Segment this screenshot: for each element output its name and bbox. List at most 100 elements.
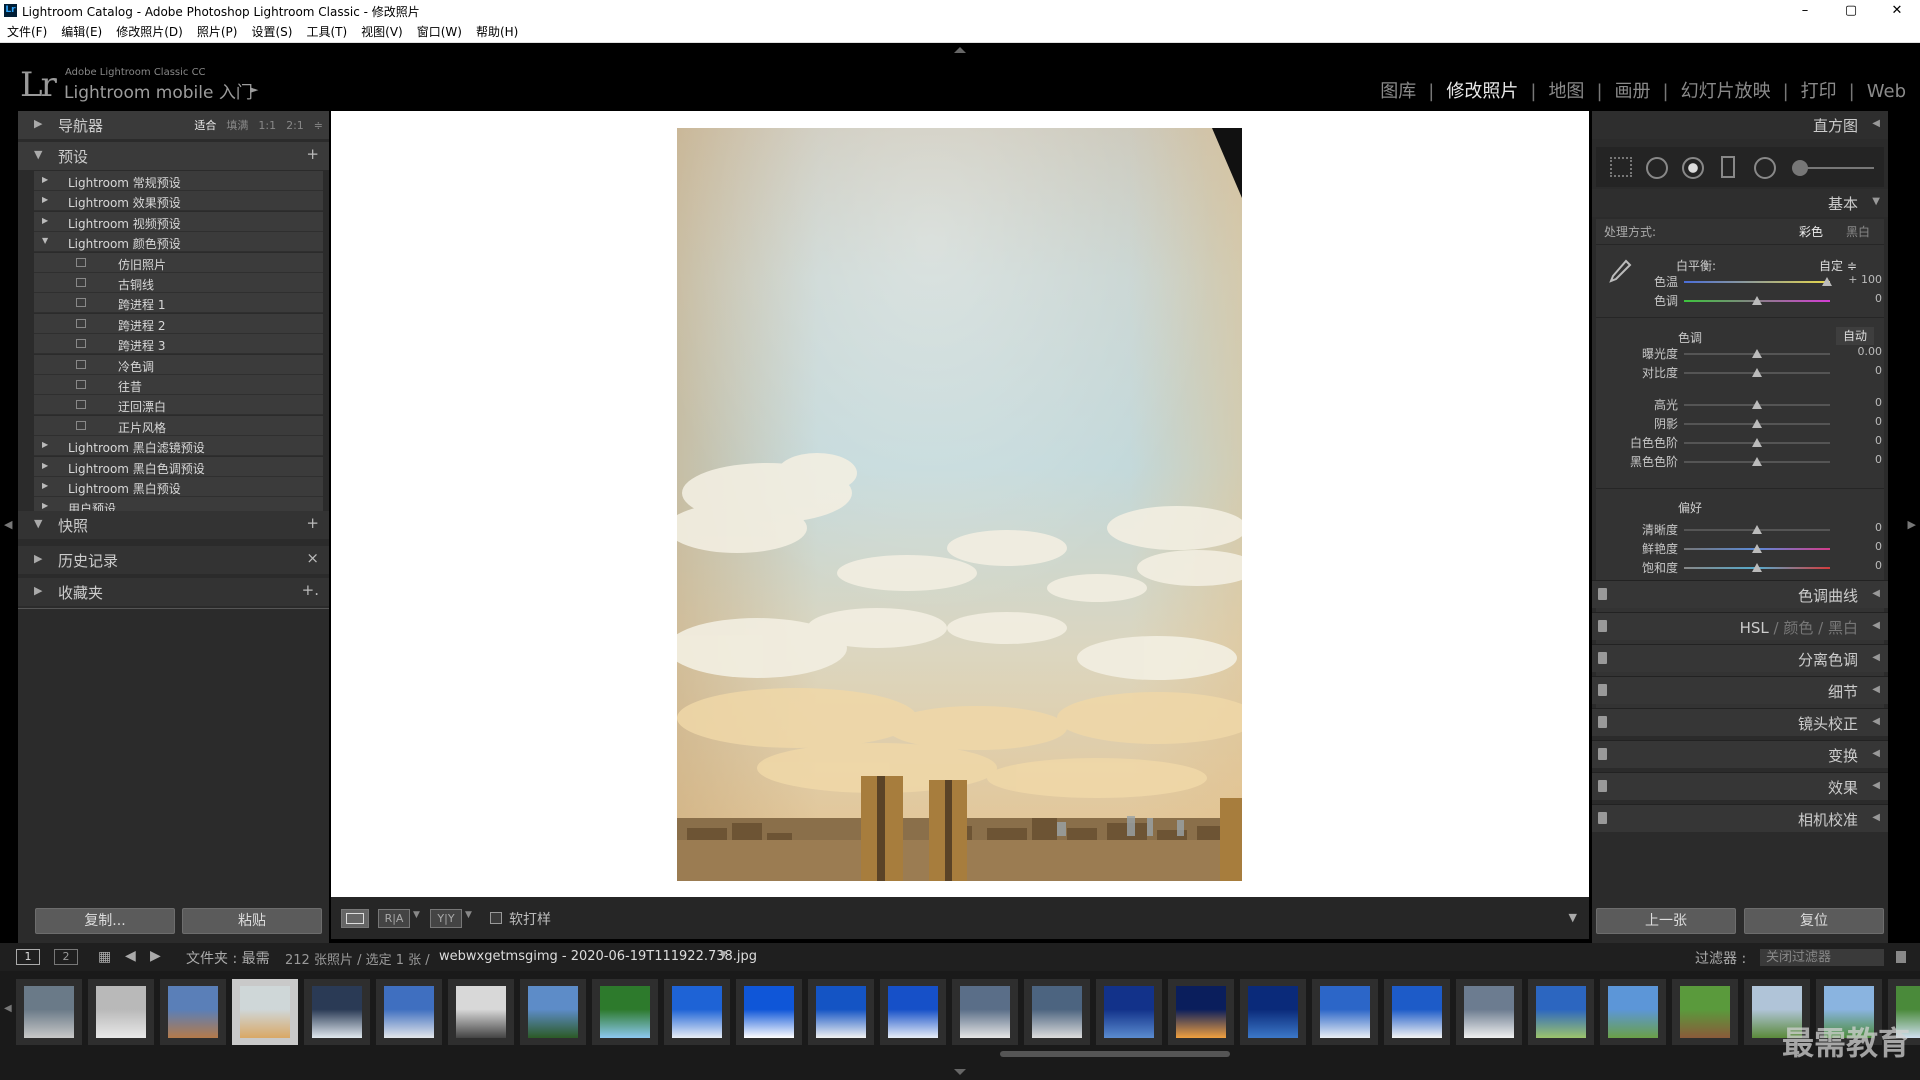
collapsed-triangle-icon[interactable]: ▶ xyxy=(42,216,48,225)
snapshots-header[interactable]: ▼ 快照 + xyxy=(18,511,329,539)
collapsed-triangle-icon[interactable]: ▶ xyxy=(42,440,48,449)
collapse-filmstrip-icon[interactable] xyxy=(954,1069,966,1075)
preset-folder[interactable]: ▶ Lightroom 常规预设 xyxy=(34,171,323,191)
panel-toggle-switch-icon[interactable] xyxy=(1598,780,1607,792)
menu-view[interactable]: 视图(V) xyxy=(354,22,410,43)
preset-folder[interactable]: ▶ Lightroom 视频预设 xyxy=(34,211,323,232)
white-balance-select[interactable]: 自定 ≑ xyxy=(1819,257,1857,274)
menu-help[interactable]: 帮助(H) xyxy=(469,22,525,43)
basic-header[interactable]: 基本 ▼ xyxy=(1592,189,1888,217)
panel-header[interactable]: 相机校准 ◀ xyxy=(1592,804,1888,832)
preset-folder[interactable]: ▼ Lightroom 颜色预设 xyxy=(34,232,323,253)
slider-track[interactable] xyxy=(1684,563,1830,572)
slider-track[interactable] xyxy=(1684,277,1833,286)
slider-row[interactable]: 色温 + 100 xyxy=(1596,273,1892,289)
slider-row[interactable]: 阴影 0 xyxy=(1596,415,1892,431)
module-5[interactable]: 打印 xyxy=(1801,77,1837,103)
panel-toggle-switch-icon[interactable] xyxy=(1598,684,1607,696)
slider-track[interactable] xyxy=(1684,349,1830,358)
filmstrip-thumbnail[interactable] xyxy=(1672,979,1738,1045)
slider-row[interactable]: 饱和度 0 xyxy=(1596,559,1892,575)
slider-thumb[interactable] xyxy=(1822,277,1833,286)
collapsed-triangle-icon[interactable]: ▶ xyxy=(42,195,48,204)
panel-header[interactable]: 细节 ◀ xyxy=(1592,676,1888,704)
collapsed-triangle-icon[interactable]: ▶ xyxy=(42,461,48,470)
slider-value[interactable]: 0 xyxy=(1875,540,1882,553)
filmstrip-thumbnail[interactable] xyxy=(1384,979,1450,1045)
history-header[interactable]: ▶ 历史记录 × xyxy=(18,546,329,574)
preset-item[interactable]: 迂回漂白 xyxy=(34,395,323,416)
slider-track[interactable] xyxy=(1684,438,1830,447)
clear-history-icon[interactable]: × xyxy=(306,549,319,567)
collapsed-triangle-icon[interactable]: ▶ xyxy=(42,501,48,510)
grid-view-icon[interactable]: ▦ xyxy=(98,949,111,965)
panel-toggle-switch-icon[interactable] xyxy=(1598,748,1607,760)
lightroom-mobile-link[interactable]: Lightroom mobile 入门 xyxy=(64,78,253,103)
slider-row[interactable]: 鲜艳度 0 xyxy=(1596,540,1892,556)
histogram-header[interactable]: 直方图 ◀ xyxy=(1592,111,1888,139)
collapsed-triangle-icon[interactable]: ▶ xyxy=(42,175,48,184)
minimize-button[interactable]: – xyxy=(1782,0,1828,22)
menu-edit[interactable]: 编辑(E) xyxy=(54,22,109,43)
slider-value[interactable]: 0 xyxy=(1875,453,1882,466)
slider-row[interactable]: 对比度 0 xyxy=(1596,364,1892,380)
filmstrip-thumbnail[interactable] xyxy=(808,979,874,1045)
slider-thumb[interactable] xyxy=(1752,296,1762,305)
panel-header[interactable]: HSL / 颜色 / 黑白 ◀ xyxy=(1592,612,1888,640)
slider-track[interactable] xyxy=(1684,368,1830,377)
previous-photo-button[interactable]: 上一张 xyxy=(1596,908,1736,934)
slider-value[interactable]: 0 xyxy=(1875,396,1882,409)
filmstrip-thumbnail[interactable] xyxy=(232,979,298,1045)
panel-toggle-switch-icon[interactable] xyxy=(1598,812,1607,824)
before-after-top-bottom-button[interactable]: Y|Y xyxy=(430,909,462,928)
bw-tab[interactable]: 黑白 xyxy=(1828,619,1858,637)
slider-thumb[interactable] xyxy=(1752,419,1762,428)
menu-develop[interactable]: 修改照片(D) xyxy=(109,22,190,43)
panel-header[interactable]: 变换 ◀ xyxy=(1592,740,1888,768)
menu-file[interactable]: 文件(F) xyxy=(0,22,54,43)
slider-thumb[interactable] xyxy=(1752,457,1762,466)
slider-value[interactable]: 0 xyxy=(1875,559,1882,572)
right-panel-toggle-icon[interactable]: ▶ xyxy=(1908,518,1916,531)
filmstrip-thumbnail[interactable] xyxy=(880,979,946,1045)
preset-item[interactable]: 古铜线 xyxy=(34,273,323,293)
slider-value[interactable]: 0 xyxy=(1875,415,1882,428)
toolbar-menu-chevron-icon[interactable]: ▼ xyxy=(1569,911,1577,924)
chevron-down-icon[interactable]: ▼ xyxy=(413,910,420,920)
preset-item[interactable]: 跨进程 1 xyxy=(34,293,323,314)
filter-lock-icon[interactable] xyxy=(1896,951,1906,963)
filmstrip-thumbnail[interactable] xyxy=(1312,979,1378,1045)
filmstrip-thumbnail[interactable] xyxy=(664,979,730,1045)
panel-toggle-switch-icon[interactable] xyxy=(1598,716,1607,728)
module-3[interactable]: 画册 xyxy=(1615,77,1651,103)
filmstrip-thumbnail[interactable] xyxy=(448,979,514,1045)
slider-thumb[interactable] xyxy=(1752,438,1762,447)
menu-window[interactable]: 窗口(W) xyxy=(410,22,469,43)
filmstrip-thumbnail[interactable] xyxy=(1024,979,1090,1045)
module-4[interactable]: 幻灯片放映 xyxy=(1681,77,1771,103)
panel-toggle-switch-icon[interactable] xyxy=(1598,652,1607,664)
filmstrip-thumbnail[interactable] xyxy=(952,979,1018,1045)
slider-row[interactable]: 清晰度 0 xyxy=(1596,521,1892,537)
menu-settings[interactable]: 设置(S) xyxy=(244,22,299,43)
paste-settings-button[interactable]: 粘贴 xyxy=(182,908,322,934)
secondary-window-button[interactable]: 2 xyxy=(54,949,78,965)
module-2[interactable]: 地图 xyxy=(1548,77,1584,103)
filter-select[interactable]: 关闭过滤器 xyxy=(1760,949,1884,966)
filmstrip-thumbnail[interactable] xyxy=(16,979,82,1045)
slider-thumb[interactable] xyxy=(1752,368,1762,377)
collapse-top-panel-icon[interactable] xyxy=(954,47,966,53)
module-0[interactable]: 图库 xyxy=(1380,77,1416,103)
navigator-zoom-option[interactable]: 2:1 xyxy=(286,119,304,132)
menu-photo[interactable]: 照片(P) xyxy=(190,22,245,43)
preset-folder[interactable]: ▶ Lightroom 效果预设 xyxy=(34,191,323,212)
filmstrip-scroll-left-icon[interactable]: ◀ xyxy=(4,1003,12,1014)
slider-row[interactable]: 白色色阶 0 xyxy=(1596,434,1892,450)
preset-item[interactable]: 往昔 xyxy=(34,375,323,395)
module-6[interactable]: Web xyxy=(1867,81,1906,102)
filmstrip-thumbnail[interactable] xyxy=(1240,979,1306,1045)
filmstrip-thumbnail[interactable] xyxy=(1096,979,1162,1045)
color-tab[interactable]: 颜色 xyxy=(1783,619,1813,637)
navigator-zoom-option[interactable]: 适合 xyxy=(194,119,216,132)
before-after-left-right-button[interactable]: R|A xyxy=(378,909,410,928)
